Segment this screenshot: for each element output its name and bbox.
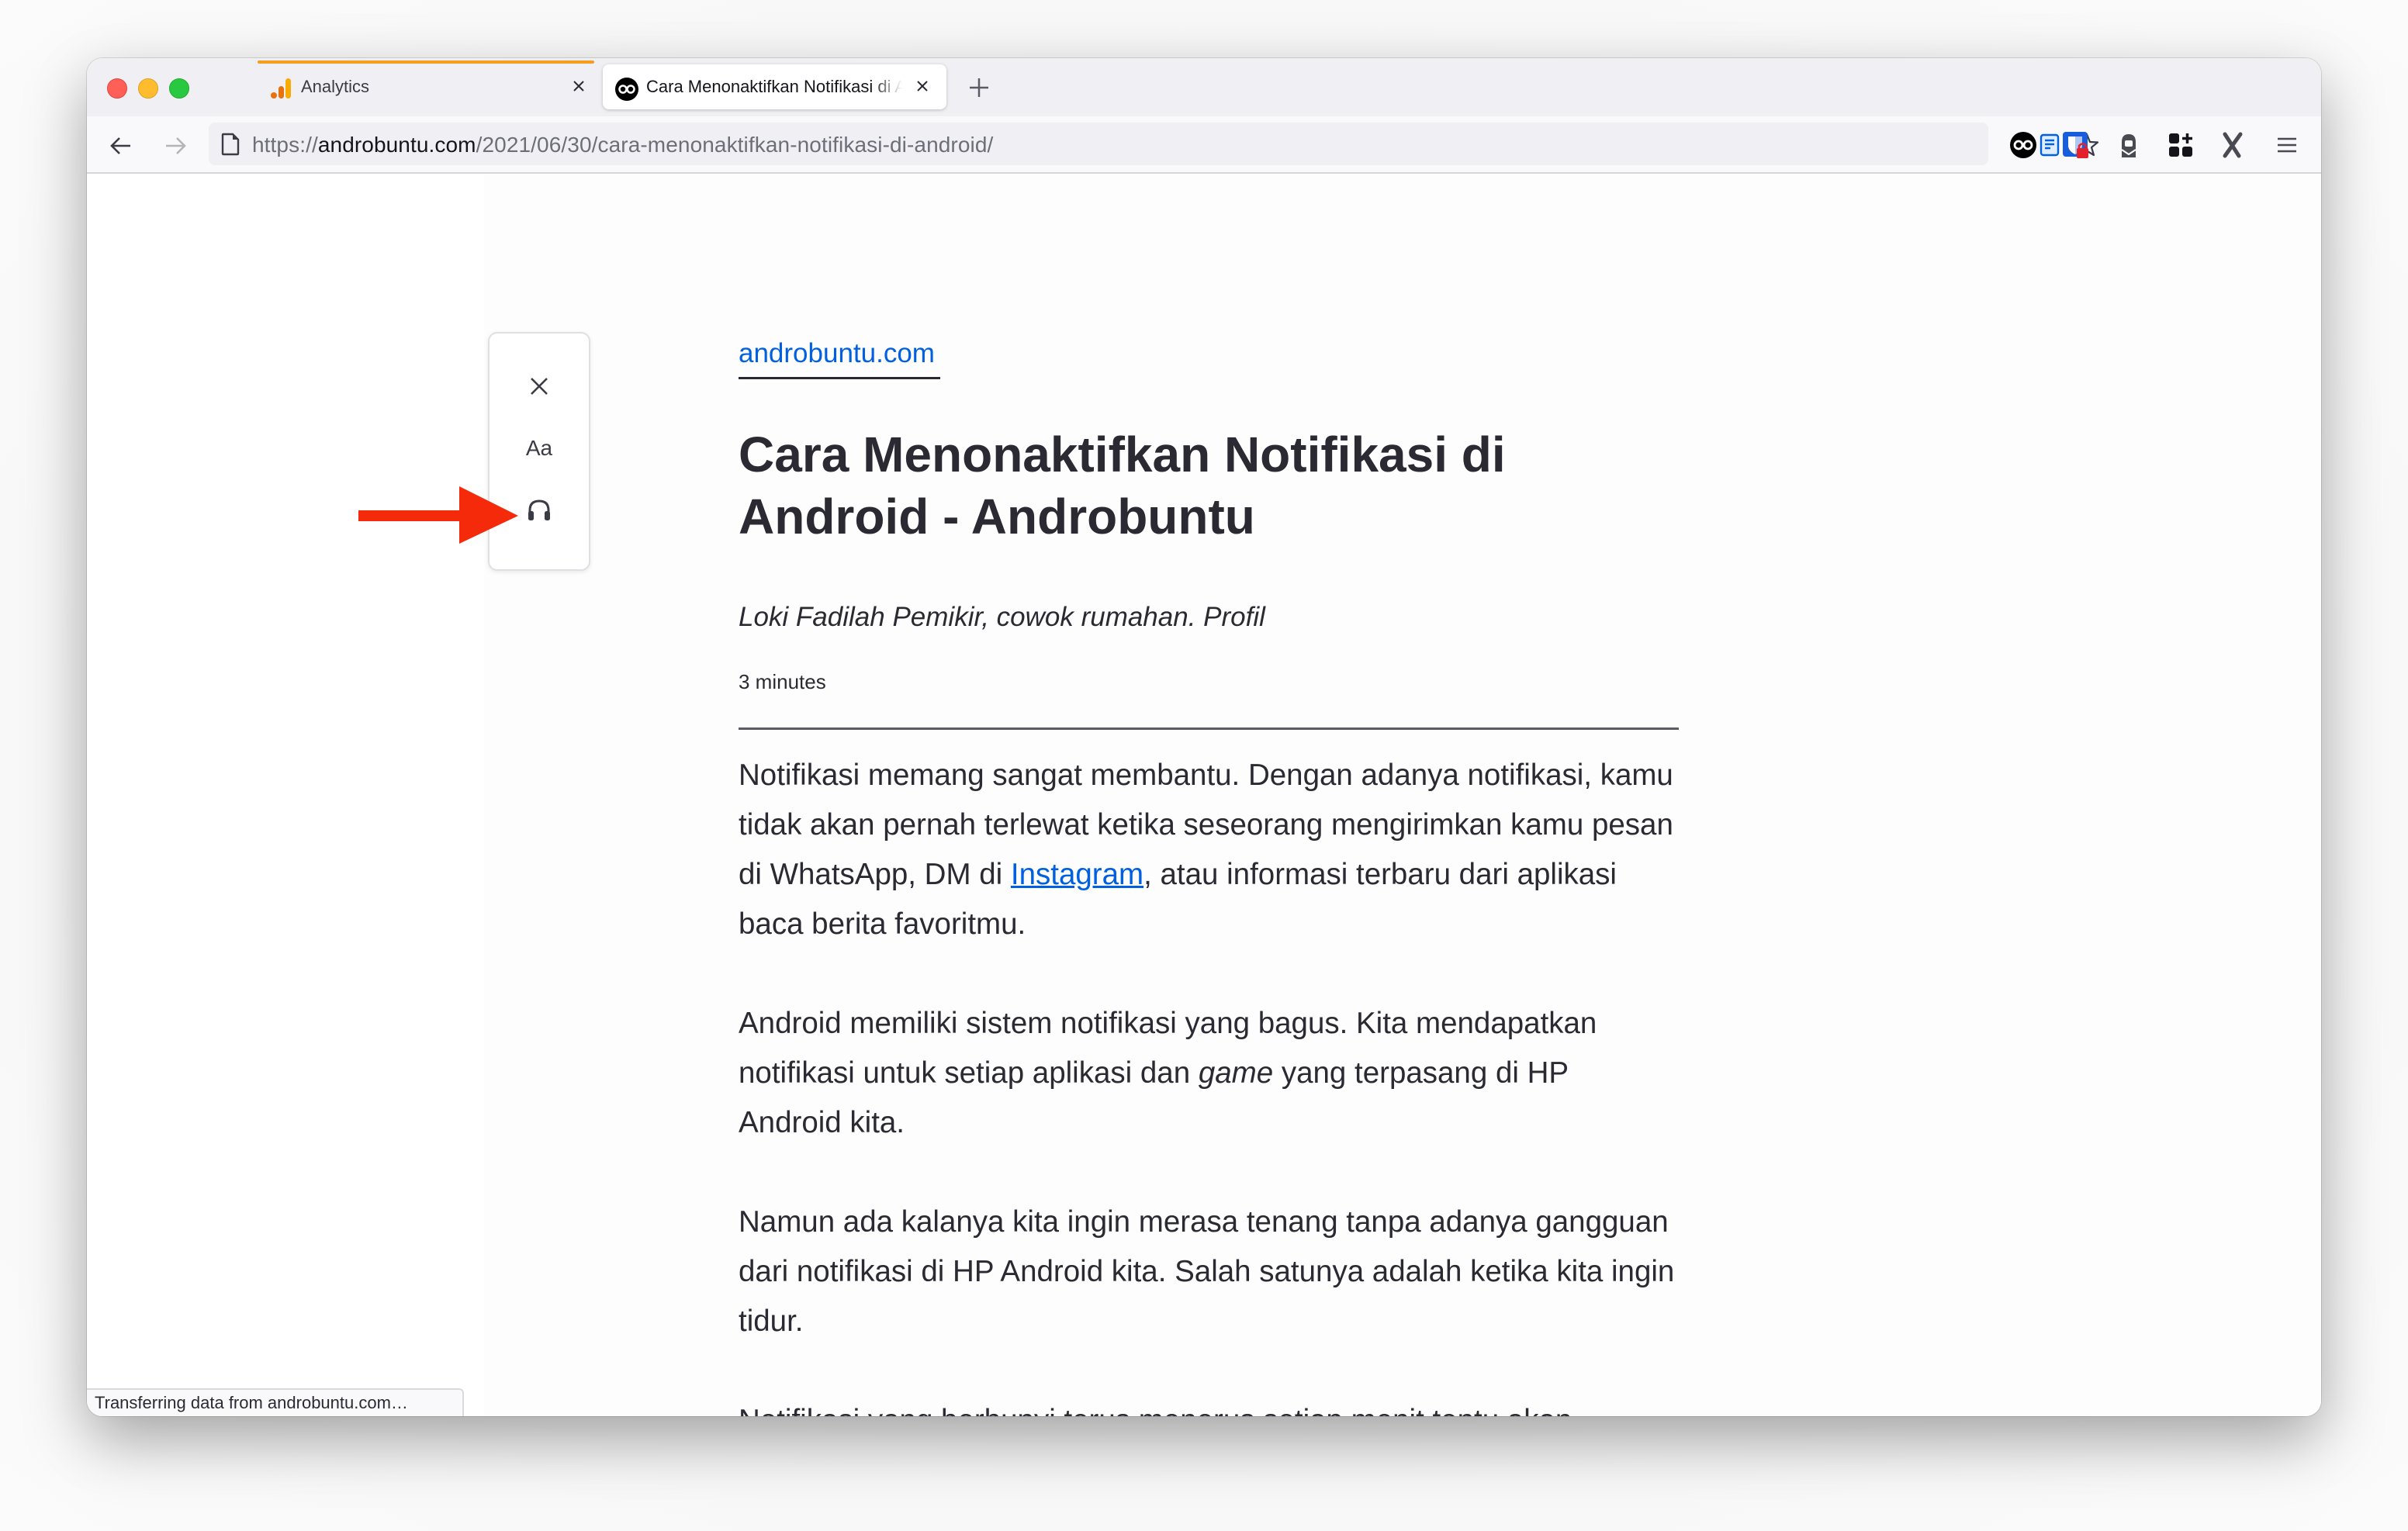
back-button[interactable]: [106, 130, 137, 161]
tab-strip: Analytics Cara Menonaktifkan Notifikasi …: [87, 58, 2321, 116]
tab-active-article[interactable]: Cara Menonaktifkan Notifikasi di Android…: [603, 64, 946, 109]
bitwarden-icon[interactable]: [2062, 131, 2090, 159]
window-zoom-button[interactable]: [169, 78, 189, 98]
back-arrow-icon: [110, 137, 130, 154]
reading-time: 3 minutes: [739, 670, 826, 693]
androbuntu-extension-icon[interactable]: [2009, 131, 2037, 159]
url-host: androbuntu.com: [317, 133, 476, 157]
proton-icon[interactable]: [2115, 131, 2143, 159]
paragraph: Notifikasi yang berbunyi terus menerus s…: [739, 1396, 1677, 1416]
url-bar[interactable]: https://androbuntu.com/2021/06/30/cara-m…: [209, 123, 2099, 165]
url-path: /2021/06/30/cara-menonaktifkan-notifikas…: [476, 133, 994, 157]
browser-window: Analytics Cara Menonaktifkan Notifikasi …: [87, 58, 2321, 1416]
analytics-bars-icon: [270, 78, 292, 99]
forward-arrow-icon: [166, 137, 186, 154]
tab-close-button[interactable]: [568, 75, 590, 97]
narrate-listen-button[interactable]: [516, 487, 562, 534]
emphasis: game: [1198, 1056, 1274, 1090]
site-link-underline: [739, 377, 940, 379]
tab-analytics[interactable]: Analytics: [258, 64, 602, 109]
paragraph: Android memiliki sistem notifikasi yang …: [739, 1007, 1597, 1139]
tab-title: Analytics: [301, 77, 370, 96]
androbuntu-owl-icon: [615, 78, 638, 101]
paragraph: Namun ada kalanya kita ingin merasa tena…: [739, 1205, 1675, 1338]
url-scheme: https://: [252, 133, 318, 157]
article-byline: Loki Fadilah Pemikir, cowok rumahan. Pro…: [739, 602, 1265, 632]
tab-close-button[interactable]: [912, 75, 933, 97]
new-tab-button[interactable]: [965, 74, 993, 102]
type-controls-button[interactable]: Aa: [516, 425, 562, 472]
hamburger-menu-icon[interactable]: [2273, 131, 2301, 159]
status-bar: Transferring data from androbuntu.com…: [87, 1388, 464, 1416]
window-minimize-button[interactable]: [138, 78, 158, 98]
forward-button[interactable]: [160, 130, 191, 161]
headphones-icon: [528, 499, 550, 520]
url-text[interactable]: https://androbuntu.com/2021/06/30/cara-m…: [252, 133, 993, 157]
paragraph: Notifikasi memang sangat membantu. Denga…: [739, 759, 1673, 941]
page-icon[interactable]: [221, 133, 240, 156]
type-controls-label: Aa: [525, 436, 553, 460]
article-body: Notifikasi memang sangat membantu. Denga…: [739, 751, 1677, 1416]
navigation-toolbar: https://androbuntu.com/2021/06/30/cara-m…: [87, 116, 2321, 174]
site-link[interactable]: androbuntu.com: [739, 338, 935, 369]
x-extension-icon[interactable]: [2219, 131, 2247, 159]
window-close-button[interactable]: [107, 78, 127, 98]
close-reader-view-button[interactable]: [516, 363, 562, 410]
reader-view-icon[interactable]: [2038, 133, 2061, 157]
reader-view-content: Aa androbuntu.com Cara Menonaktifkan Not…: [87, 174, 2321, 1416]
instagram-link[interactable]: Instagram: [1011, 858, 1143, 891]
annotation-arrow: [358, 486, 518, 544]
tab-loading-indicator: [258, 60, 594, 64]
article-title: Cara Menonaktifkan Notifikasi di Android…: [739, 427, 1506, 544]
add-extension-grid-icon[interactable]: [2168, 131, 2195, 159]
close-icon: [531, 378, 548, 395]
header-divider: [739, 727, 1679, 730]
tab-title: Cara Menonaktifkan Notifikasi di Android…: [646, 77, 902, 96]
